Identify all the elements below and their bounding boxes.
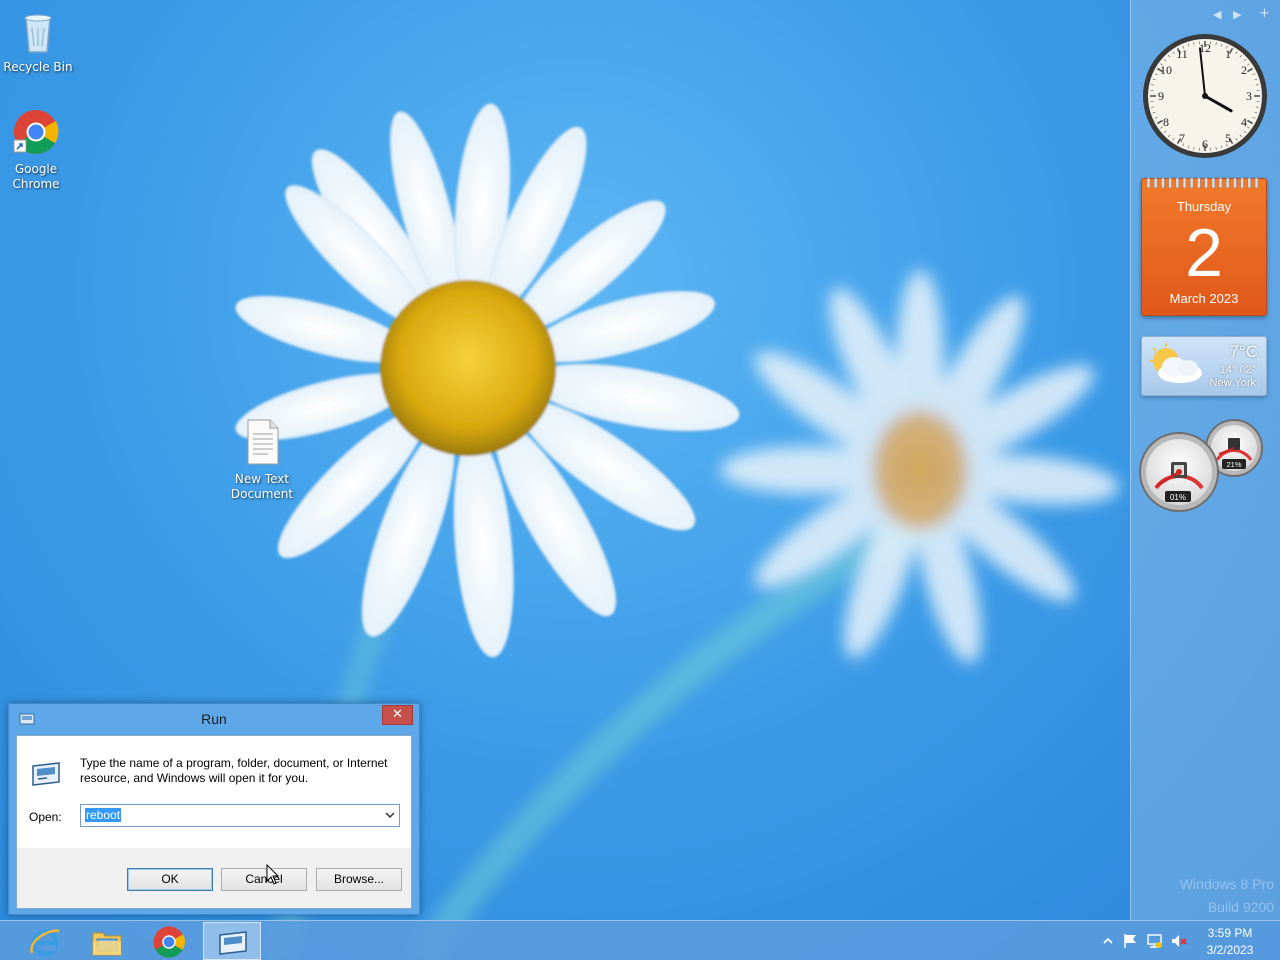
svg-text:10: 10 xyxy=(1160,63,1172,77)
calendar-weekday: Thursday xyxy=(1176,199,1232,214)
run-program-icon xyxy=(219,931,247,955)
internet-explorer-icon xyxy=(30,929,60,957)
desktop-icon-recycle-bin[interactable]: Recycle Bin xyxy=(0,6,76,75)
analog-clock-gadget[interactable]: 12 12 345 678 91011 xyxy=(1141,32,1269,160)
svg-text:11: 11 xyxy=(1176,47,1188,61)
mouse-cursor-icon xyxy=(266,864,280,885)
svg-text:2: 2 xyxy=(1241,63,1247,77)
run-dialog-title: Run xyxy=(201,711,227,727)
windows-build-watermark: Build 9200 xyxy=(1207,899,1274,915)
open-label: Open: xyxy=(29,810,62,824)
svg-text:8: 8 xyxy=(1163,115,1169,129)
calendar-day: 2 xyxy=(1185,215,1223,291)
run-dialog-body: Type the name of a program, folder, docu… xyxy=(16,735,412,909)
sidebar-prev-icon[interactable]: ◀ xyxy=(1213,8,1221,21)
ok-button[interactable]: OK xyxy=(127,868,213,891)
desktop-icon-google-chrome[interactable]: Google Chrome xyxy=(0,108,74,192)
desktop-icon-label: Recycle Bin xyxy=(3,60,73,74)
weather-temperature: 7°C xyxy=(1229,342,1258,361)
browse-button[interactable]: Browse... xyxy=(316,868,402,891)
weather-gadget[interactable]: 7°C 14° / 2° New York xyxy=(1141,336,1267,396)
svg-text:3: 3 xyxy=(1246,89,1252,103)
svg-text:4: 4 xyxy=(1241,115,1247,129)
recycle-bin-icon xyxy=(24,14,52,53)
taskbar: 3:59 PM 3/2/2023 xyxy=(0,920,1280,960)
svg-text:1: 1 xyxy=(1225,47,1231,61)
calendar-gadget[interactable]: Thursday 2 March 2023 xyxy=(1141,177,1267,316)
run-program-icon xyxy=(32,762,60,786)
svg-text:6: 6 xyxy=(1202,137,1208,151)
svg-text:9: 9 xyxy=(1158,89,1164,103)
run-dialog-description: Type the name of a program, folder, docu… xyxy=(80,756,388,785)
desktop-icon-label: New Text Document xyxy=(230,472,294,501)
taskbar-google-chrome[interactable] xyxy=(140,922,198,960)
network-icon[interactable] xyxy=(1146,933,1164,949)
calendar-month-year: March 2023 xyxy=(1169,291,1239,306)
sidebar-next-icon[interactable]: ▶ xyxy=(1233,8,1241,21)
weather-range: 14° / 2° xyxy=(1219,364,1256,376)
chevron-down-icon[interactable] xyxy=(385,810,395,820)
gadget-sidebar: ◀ ▶ + 12 1 2 345 678 9 10 11 Thursday 2 Marc… xyxy=(1130,0,1280,920)
windows-edition-watermark: Windows 8 Pro xyxy=(1179,876,1274,892)
weather-city: New York xyxy=(1209,377,1256,389)
sidebar-add-icon[interactable]: + xyxy=(1259,6,1270,21)
close-button[interactable]: ✕ xyxy=(382,705,413,725)
show-hidden-icons-icon[interactable] xyxy=(1099,933,1117,949)
calendar-rings-icon xyxy=(1146,177,1259,189)
desktop-icon-label: Google Chrome xyxy=(12,162,60,191)
action-center-flag-icon[interactable] xyxy=(1122,933,1140,949)
run-dialog-content: Type the name of a program, folder, docu… xyxy=(17,736,411,848)
taskbar-clock-date[interactable]: 3/2/2023 xyxy=(1198,943,1262,957)
cpu-percent: 01% xyxy=(1170,493,1186,502)
partly-cloudy-icon xyxy=(1149,343,1202,383)
run-dialog-titlebar[interactable]: Run ✕ xyxy=(9,704,419,734)
desktop-icon-new-text-document[interactable]: New Text Document xyxy=(224,418,300,502)
open-combobox[interactable]: reboot xyxy=(80,804,400,827)
folder-icon xyxy=(92,932,122,956)
svg-text:7: 7 xyxy=(1179,131,1185,145)
taskbar-file-explorer[interactable] xyxy=(78,922,136,960)
svg-text:5: 5 xyxy=(1225,131,1231,145)
cpu-meter-gadget[interactable]: 01% 21% xyxy=(1139,416,1269,516)
chrome-icon xyxy=(13,110,59,154)
taskbar-internet-explorer[interactable] xyxy=(16,922,74,960)
volume-muted-icon[interactable] xyxy=(1170,933,1188,949)
text-file-icon xyxy=(247,419,279,465)
cancel-button[interactable]: Cancel xyxy=(221,868,307,891)
taskbar-run[interactable] xyxy=(203,922,261,960)
chrome-icon xyxy=(153,926,185,958)
memory-percent: 21% xyxy=(1226,460,1241,469)
run-dialog: Run ✕ Type the name of a program, folder… xyxy=(8,703,420,915)
open-input-value[interactable]: reboot xyxy=(85,808,122,822)
taskbar-clock-time[interactable]: 3:59 PM xyxy=(1198,926,1262,940)
